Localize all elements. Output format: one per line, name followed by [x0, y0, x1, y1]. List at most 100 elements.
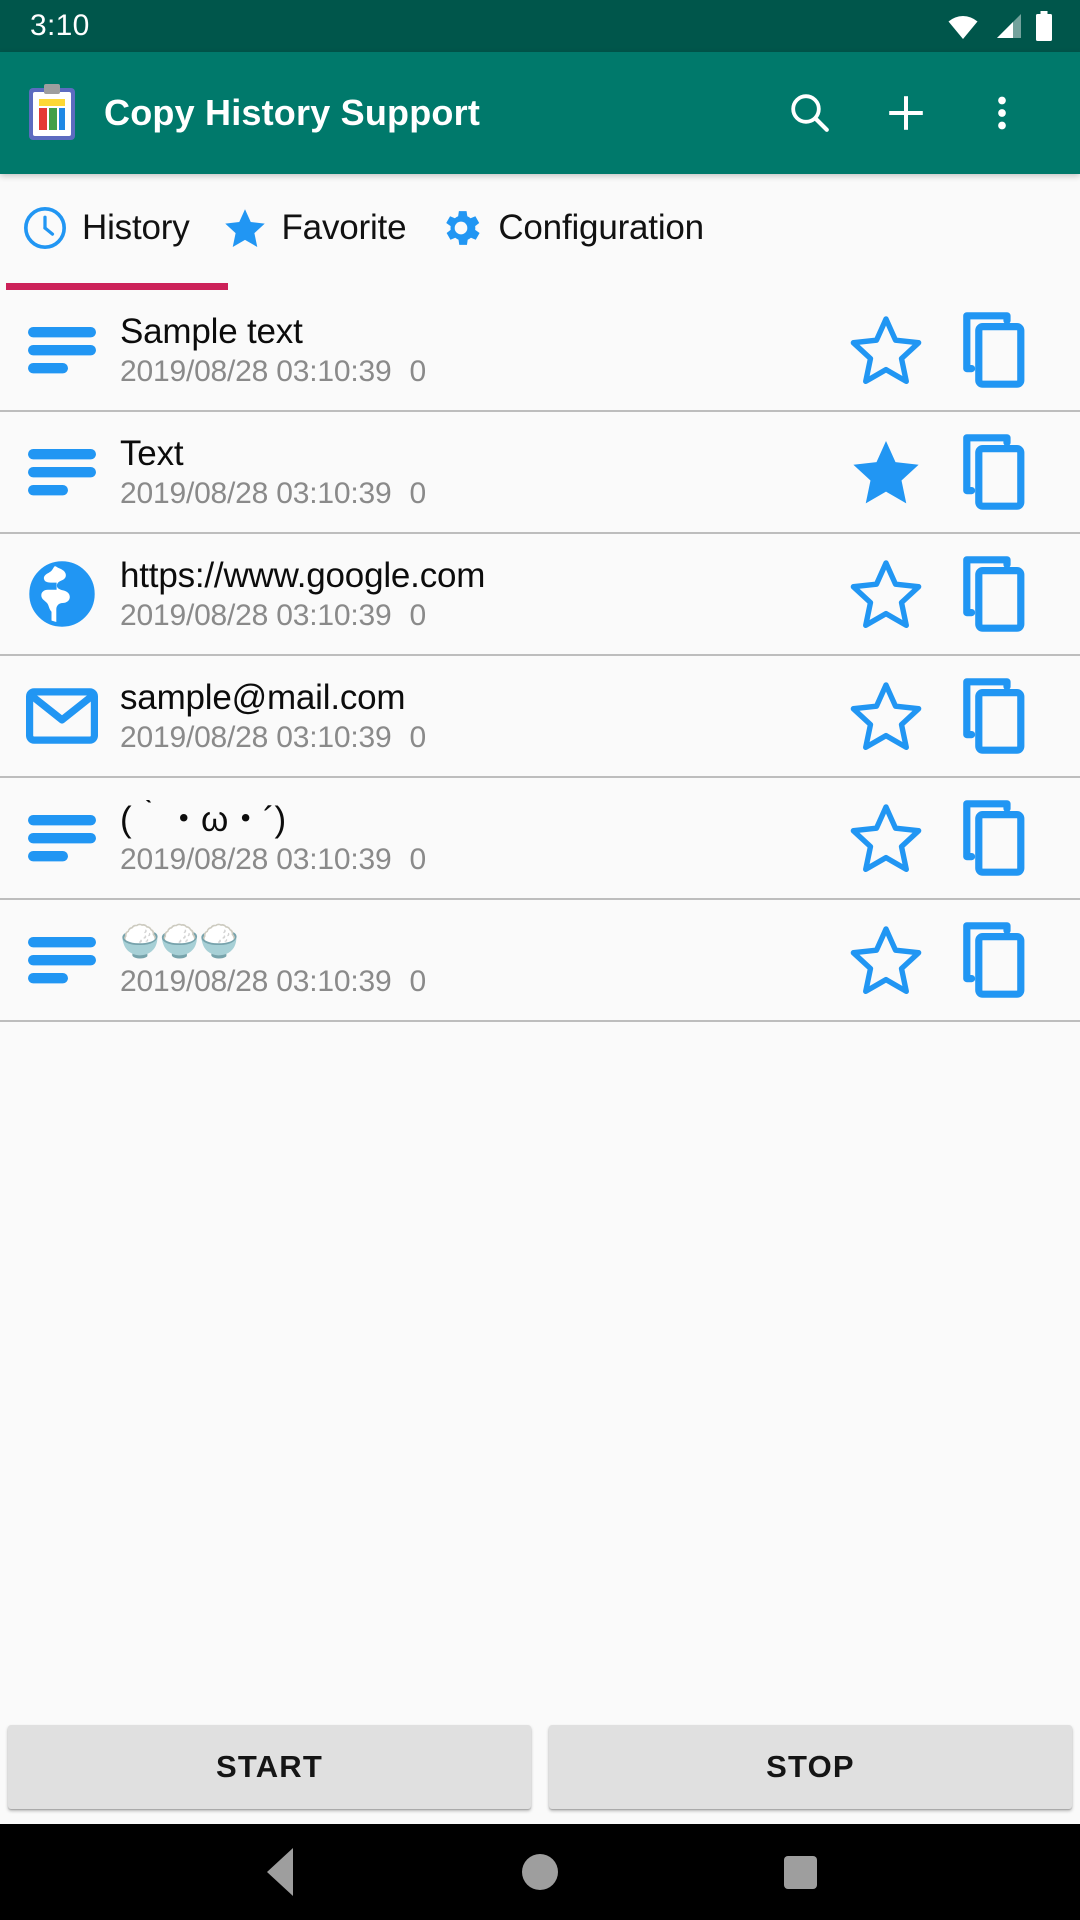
star-outline-icon — [848, 556, 924, 632]
copy-button[interactable] — [940, 418, 1050, 526]
row-timestamp: 2019/08/28 03:10:39 — [120, 599, 392, 633]
globe-icon — [26, 558, 98, 630]
text-lines-icon — [26, 436, 98, 508]
battery-icon — [1034, 11, 1054, 41]
row-count: 0 — [409, 964, 426, 998]
status-bar: 3:10 — [0, 0, 1080, 52]
clock-icon — [22, 205, 68, 251]
table-row[interactable]: 🍚🍚🍚 2019/08/28 03:10:39 0 — [0, 900, 1080, 1022]
app-screen: 3:10 Copy History Support History Favori… — [0, 0, 1080, 1920]
copy-icon — [958, 677, 1032, 755]
history-list: Sample text 2019/08/28 03:10:39 0 Text 2… — [0, 290, 1080, 1720]
copy-button[interactable] — [940, 906, 1050, 1014]
copy-button[interactable] — [940, 784, 1050, 892]
star-outline-icon — [848, 922, 924, 998]
favorite-toggle-button[interactable] — [832, 296, 940, 404]
favorite-toggle-button[interactable] — [832, 540, 940, 648]
star-outline-icon — [848, 678, 924, 754]
row-title: Sample text — [120, 311, 303, 351]
start-button[interactable]: START — [8, 1725, 531, 1809]
copy-button[interactable] — [940, 296, 1050, 404]
row-title: (｀・ω・´) — [120, 799, 286, 839]
row-count: 0 — [409, 843, 426, 877]
copy-icon — [958, 311, 1032, 389]
mail-icon — [26, 680, 98, 752]
home-circle-icon — [522, 1854, 558, 1890]
table-row[interactable]: Sample text 2019/08/28 03:10:39 0 — [0, 290, 1080, 412]
star-outline-icon — [848, 800, 924, 876]
table-row[interactable]: sample@mail.com 2019/08/28 03:10:39 0 — [0, 656, 1080, 778]
row-text-block: Sample text 2019/08/28 03:10:39 0 — [120, 312, 832, 388]
page-title: Copy History Support — [104, 92, 481, 133]
overflow-menu-button[interactable] — [954, 65, 1050, 161]
copy-icon — [958, 433, 1032, 511]
status-icon-group — [946, 11, 1054, 41]
row-count: 0 — [409, 477, 426, 511]
text-lines-icon — [26, 924, 98, 996]
star-outline-icon — [848, 312, 924, 388]
copy-button[interactable] — [940, 662, 1050, 770]
row-timestamp: 2019/08/28 03:10:39 — [120, 964, 392, 998]
add-icon — [882, 89, 930, 137]
row-timestamp: 2019/08/28 03:10:39 — [120, 477, 392, 511]
row-count: 0 — [409, 721, 426, 755]
app-bar-actions — [762, 65, 1050, 161]
copy-icon — [958, 799, 1032, 877]
favorite-toggle-button[interactable] — [832, 418, 940, 526]
add-button[interactable] — [858, 65, 954, 161]
row-title: sample@mail.com — [120, 677, 406, 717]
tab-selected-indicator — [6, 283, 228, 290]
star-filled-icon — [222, 205, 268, 251]
recents-square-icon — [783, 1855, 817, 1889]
row-title: Text — [120, 433, 184, 473]
favorite-toggle-button[interactable] — [832, 906, 940, 1014]
star-filled-icon — [848, 434, 924, 510]
row-subtitle: 2019/08/28 03:10:39 0 — [120, 721, 832, 754]
row-subtitle: 2019/08/28 03:10:39 0 — [120, 965, 832, 998]
tab-configuration[interactable]: Configuration — [422, 174, 720, 282]
text-lines-icon — [26, 802, 98, 874]
search-button[interactable] — [762, 65, 858, 161]
tab-history-label: History — [82, 208, 190, 247]
back-triangle-icon — [267, 1848, 293, 1896]
row-timestamp: 2019/08/28 03:10:39 — [120, 843, 392, 877]
table-row[interactable]: Text 2019/08/28 03:10:39 0 — [0, 412, 1080, 534]
row-text-block: Text 2019/08/28 03:10:39 0 — [120, 434, 832, 510]
overflow-menu-icon — [980, 91, 1024, 135]
copy-button[interactable] — [940, 540, 1050, 648]
row-timestamp: 2019/08/28 03:10:39 — [120, 355, 392, 389]
cellular-signal-icon — [991, 12, 1023, 40]
tab-configuration-label: Configuration — [498, 208, 704, 247]
row-title: 🍚🍚🍚 — [120, 923, 239, 960]
tab-history[interactable]: History — [6, 174, 206, 282]
bottom-action-bar: START STOP — [0, 1720, 1080, 1824]
tab-favorite[interactable]: Favorite — [206, 174, 423, 282]
nav-recents-button[interactable] — [745, 1824, 855, 1920]
copy-icon — [958, 921, 1032, 999]
tab-favorite-label: Favorite — [281, 208, 407, 247]
nav-back-button[interactable] — [225, 1824, 335, 1920]
status-clock: 3:10 — [30, 9, 90, 42]
row-subtitle: 2019/08/28 03:10:39 0 — [120, 599, 832, 632]
row-subtitle: 2019/08/28 03:10:39 0 — [120, 355, 832, 388]
table-row[interactable]: https://www.google.com 2019/08/28 03:10:… — [0, 534, 1080, 656]
favorite-toggle-button[interactable] — [832, 662, 940, 770]
row-subtitle: 2019/08/28 03:10:39 0 — [120, 477, 832, 510]
row-text-block: 🍚🍚🍚 2019/08/28 03:10:39 0 — [120, 922, 832, 997]
search-icon — [786, 89, 834, 137]
row-text-block: sample@mail.com 2019/08/28 03:10:39 0 — [120, 678, 832, 754]
copy-icon — [958, 555, 1032, 633]
favorite-toggle-button[interactable] — [832, 784, 940, 892]
stop-button[interactable]: STOP — [549, 1725, 1072, 1809]
row-count: 0 — [409, 599, 426, 633]
nav-home-button[interactable] — [485, 1824, 595, 1920]
app-bar: Copy History Support — [0, 52, 1080, 174]
system-navigation-bar — [0, 1824, 1080, 1920]
wifi-icon — [946, 13, 980, 39]
row-text-block: https://www.google.com 2019/08/28 03:10:… — [120, 556, 832, 632]
row-subtitle: 2019/08/28 03:10:39 0 — [120, 843, 832, 876]
table-row[interactable]: (｀・ω・´) 2019/08/28 03:10:39 0 — [0, 778, 1080, 900]
text-lines-icon — [26, 314, 98, 386]
row-count: 0 — [409, 355, 426, 389]
row-text-block: (｀・ω・´) 2019/08/28 03:10:39 0 — [120, 800, 832, 876]
